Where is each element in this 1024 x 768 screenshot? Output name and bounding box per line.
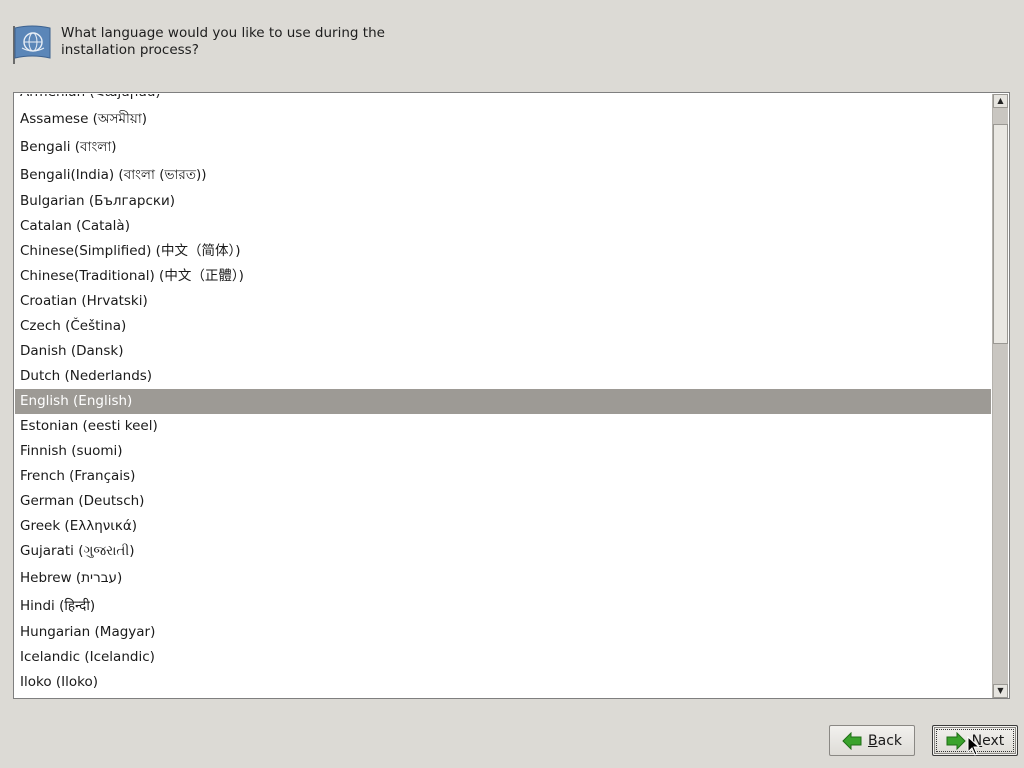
- language-list-items: Armenian (Հայերեն)Assamese (অসমীয়া)Beng…: [15, 94, 991, 698]
- language-item[interactable]: Finnish (suomi): [15, 439, 991, 464]
- page-question: What language would you like to use duri…: [61, 25, 385, 58]
- language-item[interactable]: Croatian (Hrvatski): [15, 289, 991, 314]
- language-item[interactable]: Chinese(Simplified) (中文（简体）): [15, 239, 991, 264]
- arrow-right-icon: [946, 731, 966, 750]
- language-item[interactable]: Danish (Dansk): [15, 339, 991, 364]
- language-item[interactable]: Greek (Ελληνικά): [15, 514, 991, 539]
- scroll-thumb[interactable]: [993, 124, 1008, 344]
- language-item-selected[interactable]: English (English): [15, 389, 991, 414]
- scroll-down-button[interactable]: ▼: [993, 684, 1008, 698]
- language-item[interactable]: Chinese(Traditional) (中文（正體）): [15, 264, 991, 289]
- language-item[interactable]: Bengali(India) (বাংলা (ভারত)): [15, 161, 991, 189]
- back-button[interactable]: Back: [829, 725, 915, 756]
- flag-globe-icon: [13, 25, 51, 64]
- mouse-cursor-icon: [967, 736, 981, 756]
- back-button-label: Back: [868, 732, 902, 749]
- language-item[interactable]: Bulgarian (Български): [15, 189, 991, 214]
- header: What language would you like to use duri…: [12, 22, 432, 66]
- language-item[interactable]: Czech (Čeština): [15, 314, 991, 339]
- arrow-left-icon: [842, 731, 862, 750]
- language-list-viewport: Armenian (Հայերեն)Assamese (অসমীয়া)Beng…: [15, 94, 991, 698]
- vertical-scrollbar[interactable]: ▲ ▼: [992, 94, 1008, 698]
- language-item[interactable]: Icelandic (Icelandic): [15, 645, 991, 670]
- language-item[interactable]: German (Deutsch): [15, 489, 991, 514]
- language-item[interactable]: Gujarati (ગુજરાતી): [15, 539, 991, 564]
- language-item[interactable]: Hindi (हिन्दी): [15, 592, 991, 620]
- language-item[interactable]: Assamese (অসমীয়া): [15, 105, 991, 133]
- language-item[interactable]: Armenian (Հայերեն): [15, 94, 991, 105]
- language-item[interactable]: Catalan (Català): [15, 214, 991, 239]
- language-item[interactable]: Iloko (Iloko): [15, 670, 991, 695]
- language-item[interactable]: Indonesian (Indonesia): [15, 695, 991, 698]
- language-item[interactable]: Dutch (Nederlands): [15, 364, 991, 389]
- scroll-up-button[interactable]: ▲: [993, 94, 1008, 108]
- language-list[interactable]: Armenian (Հայերեն)Assamese (অসমীয়া)Beng…: [13, 92, 1010, 699]
- language-item[interactable]: French (Français): [15, 464, 991, 489]
- language-item[interactable]: Estonian (eesti keel): [15, 414, 991, 439]
- language-item[interactable]: Hungarian (Magyar): [15, 620, 991, 645]
- language-item[interactable]: Hebrew (עברית): [15, 564, 991, 592]
- language-item[interactable]: Bengali (বাংলা): [15, 133, 991, 161]
